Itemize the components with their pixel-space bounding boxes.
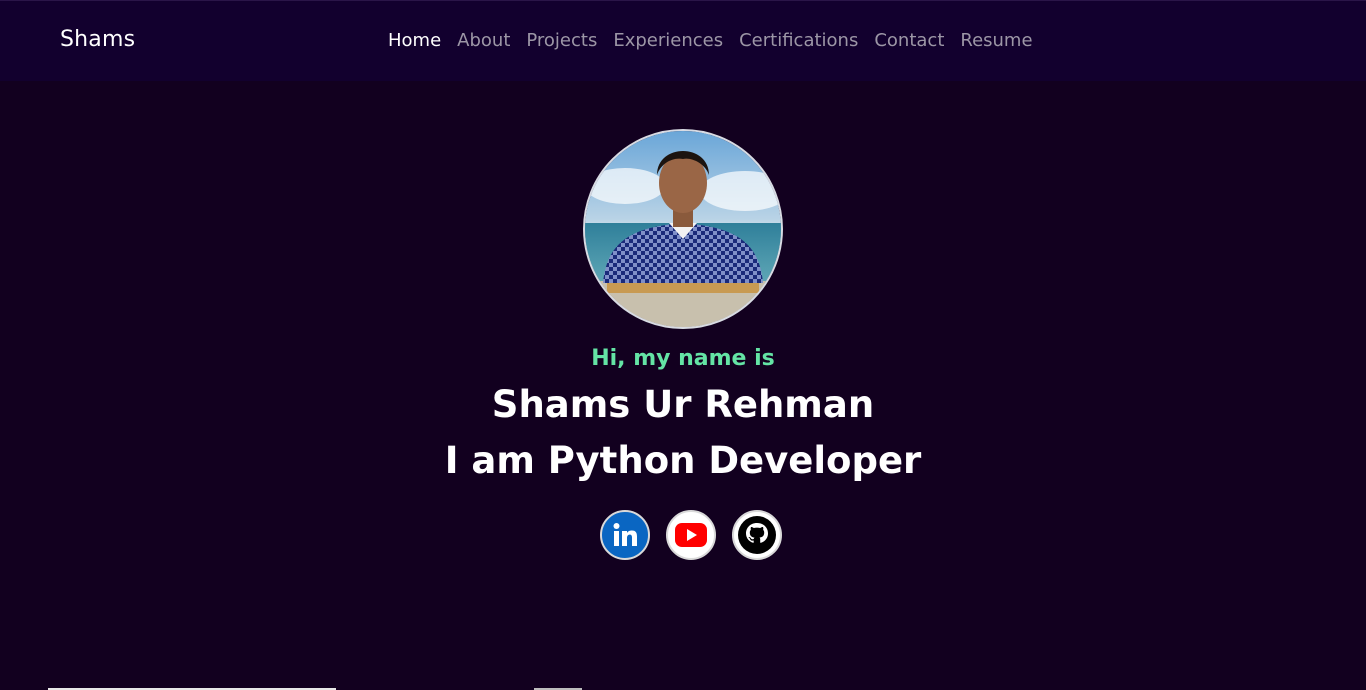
youtube-link[interactable]: [666, 510, 716, 560]
social-links: [600, 510, 782, 560]
nav-item-certifications[interactable]: Certifications: [739, 30, 858, 51]
linkedin-link[interactable]: [600, 510, 650, 560]
youtube-icon: [675, 523, 707, 547]
brand-logo[interactable]: Shams: [60, 27, 135, 52]
nav-item-about[interactable]: About: [457, 30, 510, 51]
greeting-text: Hi, my name is: [591, 346, 775, 371]
nav-item-resume[interactable]: Resume: [960, 30, 1032, 51]
nav-item-home[interactable]: Home: [388, 30, 441, 51]
hero-section: Hi, my name is Shams Ur Rehman I am Pyth…: [0, 81, 1366, 690]
linkedin-icon: [613, 523, 637, 546]
profile-photo: [583, 129, 783, 329]
nav-item-projects[interactable]: Projects: [526, 30, 597, 51]
nav-item-contact[interactable]: Contact: [874, 30, 944, 51]
nav-menu: Home About Projects Experiences Certific…: [388, 30, 1033, 51]
github-link[interactable]: [732, 510, 782, 560]
nav-item-experiences[interactable]: Experiences: [613, 30, 723, 51]
hero-role: I am Python Developer: [444, 439, 922, 482]
hero-name: Shams Ur Rehman: [491, 383, 875, 426]
profile-photo-image: [585, 131, 781, 327]
navbar: Shams Home About Projects Experiences Ce…: [0, 0, 1366, 81]
github-icon: [738, 516, 776, 554]
